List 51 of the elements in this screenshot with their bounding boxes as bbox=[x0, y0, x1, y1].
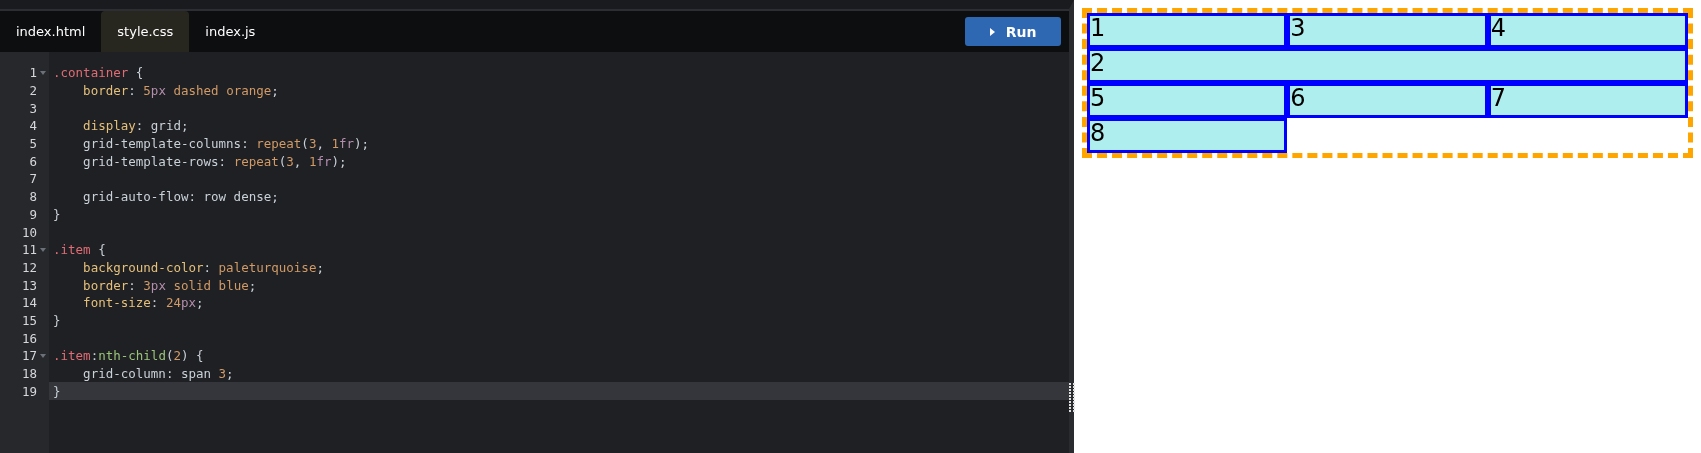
line-number: 19 bbox=[21, 383, 37, 399]
grid-item: 4 bbox=[1487, 13, 1688, 48]
code-line: grid-auto-flow: row dense; bbox=[82, 189, 279, 205]
code-line: grid-column: span 3; bbox=[82, 366, 234, 382]
grid-item: 8 bbox=[1087, 118, 1288, 153]
line-number: 1 bbox=[29, 65, 37, 81]
code-line: } bbox=[52, 312, 61, 328]
line-number: 11 bbox=[21, 242, 37, 258]
resize-handle-icon[interactable] bbox=[1069, 383, 1075, 413]
fold-caret-icon[interactable] bbox=[40, 70, 46, 75]
line-number: 4 bbox=[29, 118, 37, 134]
line-number: 12 bbox=[21, 259, 37, 275]
code-line: border: 3px solid blue; bbox=[82, 277, 257, 293]
code-line: .container { bbox=[52, 65, 144, 81]
line-number: 17 bbox=[21, 348, 37, 364]
line-number: 9 bbox=[29, 206, 37, 222]
line-number: 14 bbox=[21, 295, 37, 311]
file-tab[interactable]: index.html bbox=[0, 11, 102, 52]
code-line: border: 5px dashed orange; bbox=[82, 83, 279, 99]
line-number: 6 bbox=[29, 153, 37, 169]
code-line: font-size: 24px; bbox=[82, 295, 204, 311]
line-number: 8 bbox=[29, 189, 37, 205]
code-line: background-color: paleturquoise; bbox=[82, 259, 324, 275]
line-number: 13 bbox=[21, 277, 37, 293]
line-number: 7 bbox=[29, 171, 37, 187]
file-tab[interactable]: style.css bbox=[101, 11, 190, 52]
line-number: 16 bbox=[21, 330, 37, 346]
grid-item: 6 bbox=[1287, 83, 1488, 118]
play-icon bbox=[989, 27, 996, 36]
grid-item: 1 bbox=[1087, 13, 1288, 48]
grid-item: 5 bbox=[1087, 83, 1288, 118]
code-line: .item:nth-child(2) { bbox=[52, 348, 204, 364]
code-line: } bbox=[52, 383, 61, 399]
code-line: grid-template-rows: repeat(3, 1fr); bbox=[82, 153, 347, 169]
line-number: 3 bbox=[29, 100, 37, 116]
code-line: .item { bbox=[52, 242, 106, 258]
fold-caret-icon[interactable] bbox=[40, 247, 46, 252]
line-number: 10 bbox=[21, 224, 37, 240]
fold-caret-icon[interactable] bbox=[40, 353, 46, 358]
line-number: 2 bbox=[29, 83, 37, 99]
line-number: 18 bbox=[21, 366, 37, 382]
run-button[interactable]: Run bbox=[965, 17, 1061, 46]
line-number: 15 bbox=[21, 312, 37, 328]
grid-item: 3 bbox=[1287, 13, 1488, 48]
file-tab[interactable]: index.js bbox=[189, 11, 272, 52]
grid-item: 2 bbox=[1087, 48, 1688, 83]
grid-item: 7 bbox=[1487, 83, 1688, 118]
code-line: } bbox=[52, 206, 61, 222]
line-number: 5 bbox=[29, 136, 37, 152]
code-line: grid-template-columns: repeat(3, 1fr); bbox=[82, 136, 370, 152]
code-line: display: grid; bbox=[82, 118, 189, 134]
